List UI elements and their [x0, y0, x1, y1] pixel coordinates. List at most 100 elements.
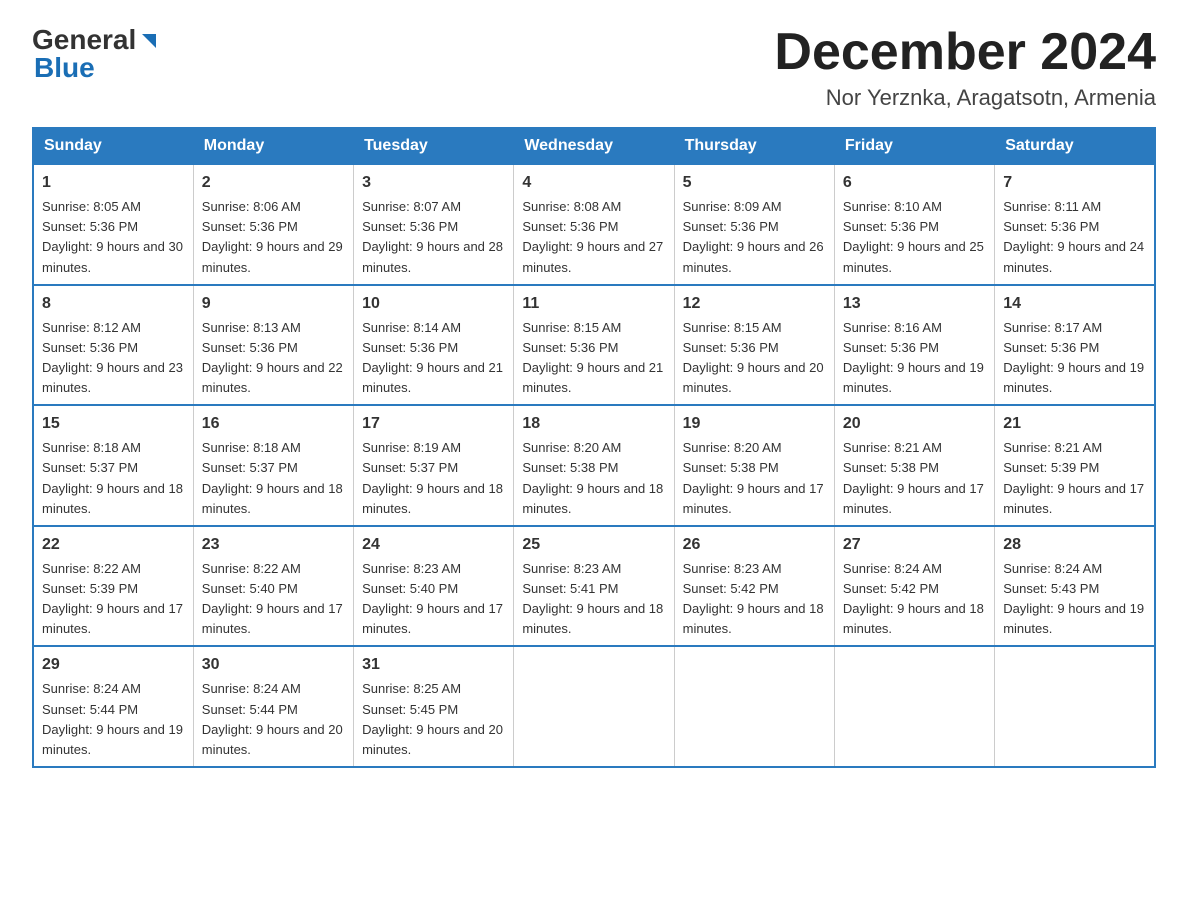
calendar-cell: 9 Sunrise: 8:13 AMSunset: 5:36 PMDaylight… [193, 285, 353, 406]
logo-triangle-icon [138, 30, 160, 52]
day-info: Sunrise: 8:24 AMSunset: 5:43 PMDaylight:… [1003, 561, 1144, 636]
day-number: 1 [42, 171, 185, 195]
day-number: 7 [1003, 171, 1146, 195]
day-info: Sunrise: 8:18 AMSunset: 5:37 PMDaylight:… [202, 440, 343, 515]
day-number: 2 [202, 171, 345, 195]
calendar-cell: 7 Sunrise: 8:11 AMSunset: 5:36 PMDaylight… [995, 164, 1155, 285]
day-number: 30 [202, 653, 345, 677]
calendar-cell: 28 Sunrise: 8:24 AMSunset: 5:43 PMDayligh… [995, 526, 1155, 647]
calendar-cell: 4 Sunrise: 8:08 AMSunset: 5:36 PMDaylight… [514, 164, 674, 285]
day-info: Sunrise: 8:25 AMSunset: 5:45 PMDaylight:… [362, 681, 503, 756]
day-number: 24 [362, 533, 505, 557]
day-number: 31 [362, 653, 505, 677]
calendar-week-row-2: 8Sunrise: 8:12 AMSunset: 5:36 PMDaylight… [33, 285, 1155, 406]
day-info: Sunrise: 8:13 AMSunset: 5:36 PMDaylight:… [202, 320, 343, 395]
day-info: Sunrise: 8:19 AMSunset: 5:37 PMDaylight:… [362, 440, 503, 515]
day-number: 26 [683, 533, 826, 557]
day-info: Sunrise: 8:05 AMSunset: 5:36 PMDaylight:… [42, 199, 183, 274]
calendar-cell: 15Sunrise: 8:18 AMSunset: 5:37 PMDayligh… [33, 405, 193, 526]
calendar-weekday-wednesday: Wednesday [514, 128, 674, 164]
title-block: December 2024 Nor Yerznka, Aragatsotn, A… [774, 24, 1156, 111]
calendar-cell: 12 Sunrise: 8:15 AMSunset: 5:36 PMDayligh… [674, 285, 834, 406]
calendar-cell [995, 646, 1155, 767]
day-number: 29 [42, 653, 185, 677]
calendar-cell [834, 646, 994, 767]
day-info: Sunrise: 8:11 AMSunset: 5:36 PMDaylight:… [1003, 199, 1144, 274]
day-info: Sunrise: 8:15 AMSunset: 5:36 PMDaylight:… [683, 320, 824, 395]
day-info: Sunrise: 8:24 AMSunset: 5:42 PMDaylight:… [843, 561, 984, 636]
day-number: 12 [683, 292, 826, 316]
calendar-cell: 17 Sunrise: 8:19 AMSunset: 5:37 PMDayligh… [354, 405, 514, 526]
day-number: 23 [202, 533, 345, 557]
day-number: 18 [522, 412, 665, 436]
calendar-cell: 26 Sunrise: 8:23 AMSunset: 5:42 PMDayligh… [674, 526, 834, 647]
calendar-cell [514, 646, 674, 767]
day-number: 5 [683, 171, 826, 195]
day-info: Sunrise: 8:24 AMSunset: 5:44 PMDaylight:… [42, 681, 183, 756]
day-info: Sunrise: 8:09 AMSunset: 5:36 PMDaylight:… [683, 199, 824, 274]
day-info: Sunrise: 8:20 AMSunset: 5:38 PMDaylight:… [522, 440, 663, 515]
calendar-cell: 23 Sunrise: 8:22 AMSunset: 5:40 PMDayligh… [193, 526, 353, 647]
calendar-cell: 25 Sunrise: 8:23 AMSunset: 5:41 PMDayligh… [514, 526, 674, 647]
calendar-cell: 2Sunrise: 8:06 AMSunset: 5:36 PMDaylight… [193, 164, 353, 285]
day-number: 20 [843, 412, 986, 436]
day-number: 22 [42, 533, 185, 557]
day-info: Sunrise: 8:14 AMSunset: 5:36 PMDaylight:… [362, 320, 503, 395]
calendar-cell: 18 Sunrise: 8:20 AMSunset: 5:38 PMDayligh… [514, 405, 674, 526]
calendar-cell: 19 Sunrise: 8:20 AMSunset: 5:38 PMDayligh… [674, 405, 834, 526]
day-info: Sunrise: 8:21 AMSunset: 5:39 PMDaylight:… [1003, 440, 1144, 515]
day-info: Sunrise: 8:20 AMSunset: 5:38 PMDaylight:… [683, 440, 824, 515]
calendar-cell: 5 Sunrise: 8:09 AMSunset: 5:36 PMDaylight… [674, 164, 834, 285]
logo-blue-text: Blue [32, 52, 95, 84]
month-title: December 2024 [774, 24, 1156, 81]
calendar-week-row-5: 29 Sunrise: 8:24 AMSunset: 5:44 PMDayligh… [33, 646, 1155, 767]
calendar-cell [674, 646, 834, 767]
calendar-cell: 1 Sunrise: 8:05 AMSunset: 5:36 PMDaylight… [33, 164, 193, 285]
calendar-weekday-sunday: Sunday [33, 128, 193, 164]
calendar-cell: 24 Sunrise: 8:23 AMSunset: 5:40 PMDayligh… [354, 526, 514, 647]
calendar-week-row-3: 15 Sunrise: 8:18 AMSunset: 5:37 PMDayligh… [33, 405, 1155, 526]
calendar-cell: 10 Sunrise: 8:14 AMSunset: 5:36 PMDayligh… [354, 285, 514, 406]
calendar-cell: 6 Sunrise: 8:10 AMSunset: 5:36 PMDaylight… [834, 164, 994, 285]
calendar-cell: 11 Sunrise: 8:15 AMSunset: 5:36 PMDayligh… [514, 285, 674, 406]
calendar-weekday-saturday: Saturday [995, 128, 1155, 164]
day-info: Sunrise: 8:23 AMSunset: 5:41 PMDaylight:… [522, 561, 663, 636]
calendar-table: SundayMondayTuesdayWednesdayThursdayFrid… [32, 127, 1156, 768]
day-number: 19 [683, 412, 826, 436]
calendar-cell: 20Sunrise: 8:21 AMSunset: 5:38 PMDayligh… [834, 405, 994, 526]
calendar-week-row-1: 1 Sunrise: 8:05 AMSunset: 5:36 PMDaylight… [33, 164, 1155, 285]
logo: General Blue [32, 24, 160, 84]
day-info: Sunrise: 8:24 AMSunset: 5:44 PMDaylight:… [202, 681, 343, 756]
day-number: 4 [522, 171, 665, 195]
day-info: Sunrise: 8:07 AMSunset: 5:36 PMDaylight:… [362, 199, 503, 274]
day-number: 28 [1003, 533, 1146, 557]
day-info: Sunrise: 8:22 AMSunset: 5:40 PMDaylight:… [202, 561, 343, 636]
day-info: Sunrise: 8:10 AMSunset: 5:36 PMDaylight:… [843, 199, 984, 274]
day-number: 15 [42, 412, 185, 436]
day-number: 9 [202, 292, 345, 316]
day-info: Sunrise: 8:22 AMSunset: 5:39 PMDaylight:… [42, 561, 183, 636]
day-number: 17 [362, 412, 505, 436]
day-info: Sunrise: 8:15 AMSunset: 5:36 PMDaylight:… [522, 320, 663, 395]
calendar-cell: 22 Sunrise: 8:22 AMSunset: 5:39 PMDayligh… [33, 526, 193, 647]
day-number: 14 [1003, 292, 1146, 316]
day-number: 11 [522, 292, 665, 316]
day-number: 16 [202, 412, 345, 436]
calendar-cell: 30 Sunrise: 8:24 AMSunset: 5:44 PMDayligh… [193, 646, 353, 767]
day-number: 27 [843, 533, 986, 557]
day-number: 8 [42, 292, 185, 316]
calendar-weekday-friday: Friday [834, 128, 994, 164]
day-number: 13 [843, 292, 986, 316]
calendar-cell: 16 Sunrise: 8:18 AMSunset: 5:37 PMDayligh… [193, 405, 353, 526]
calendar-weekday-thursday: Thursday [674, 128, 834, 164]
calendar-cell: 3Sunrise: 8:07 AMSunset: 5:36 PMDaylight… [354, 164, 514, 285]
day-info: Sunrise: 8:08 AMSunset: 5:36 PMDaylight:… [522, 199, 663, 274]
day-number: 6 [843, 171, 986, 195]
calendar-cell: 21Sunrise: 8:21 AMSunset: 5:39 PMDayligh… [995, 405, 1155, 526]
day-number: 10 [362, 292, 505, 316]
day-info: Sunrise: 8:23 AMSunset: 5:42 PMDaylight:… [683, 561, 824, 636]
page-header: General Blue December 2024 Nor Yerznka, … [32, 24, 1156, 111]
day-number: 25 [522, 533, 665, 557]
calendar-week-row-4: 22 Sunrise: 8:22 AMSunset: 5:39 PMDayligh… [33, 526, 1155, 647]
day-info: Sunrise: 8:23 AMSunset: 5:40 PMDaylight:… [362, 561, 503, 636]
